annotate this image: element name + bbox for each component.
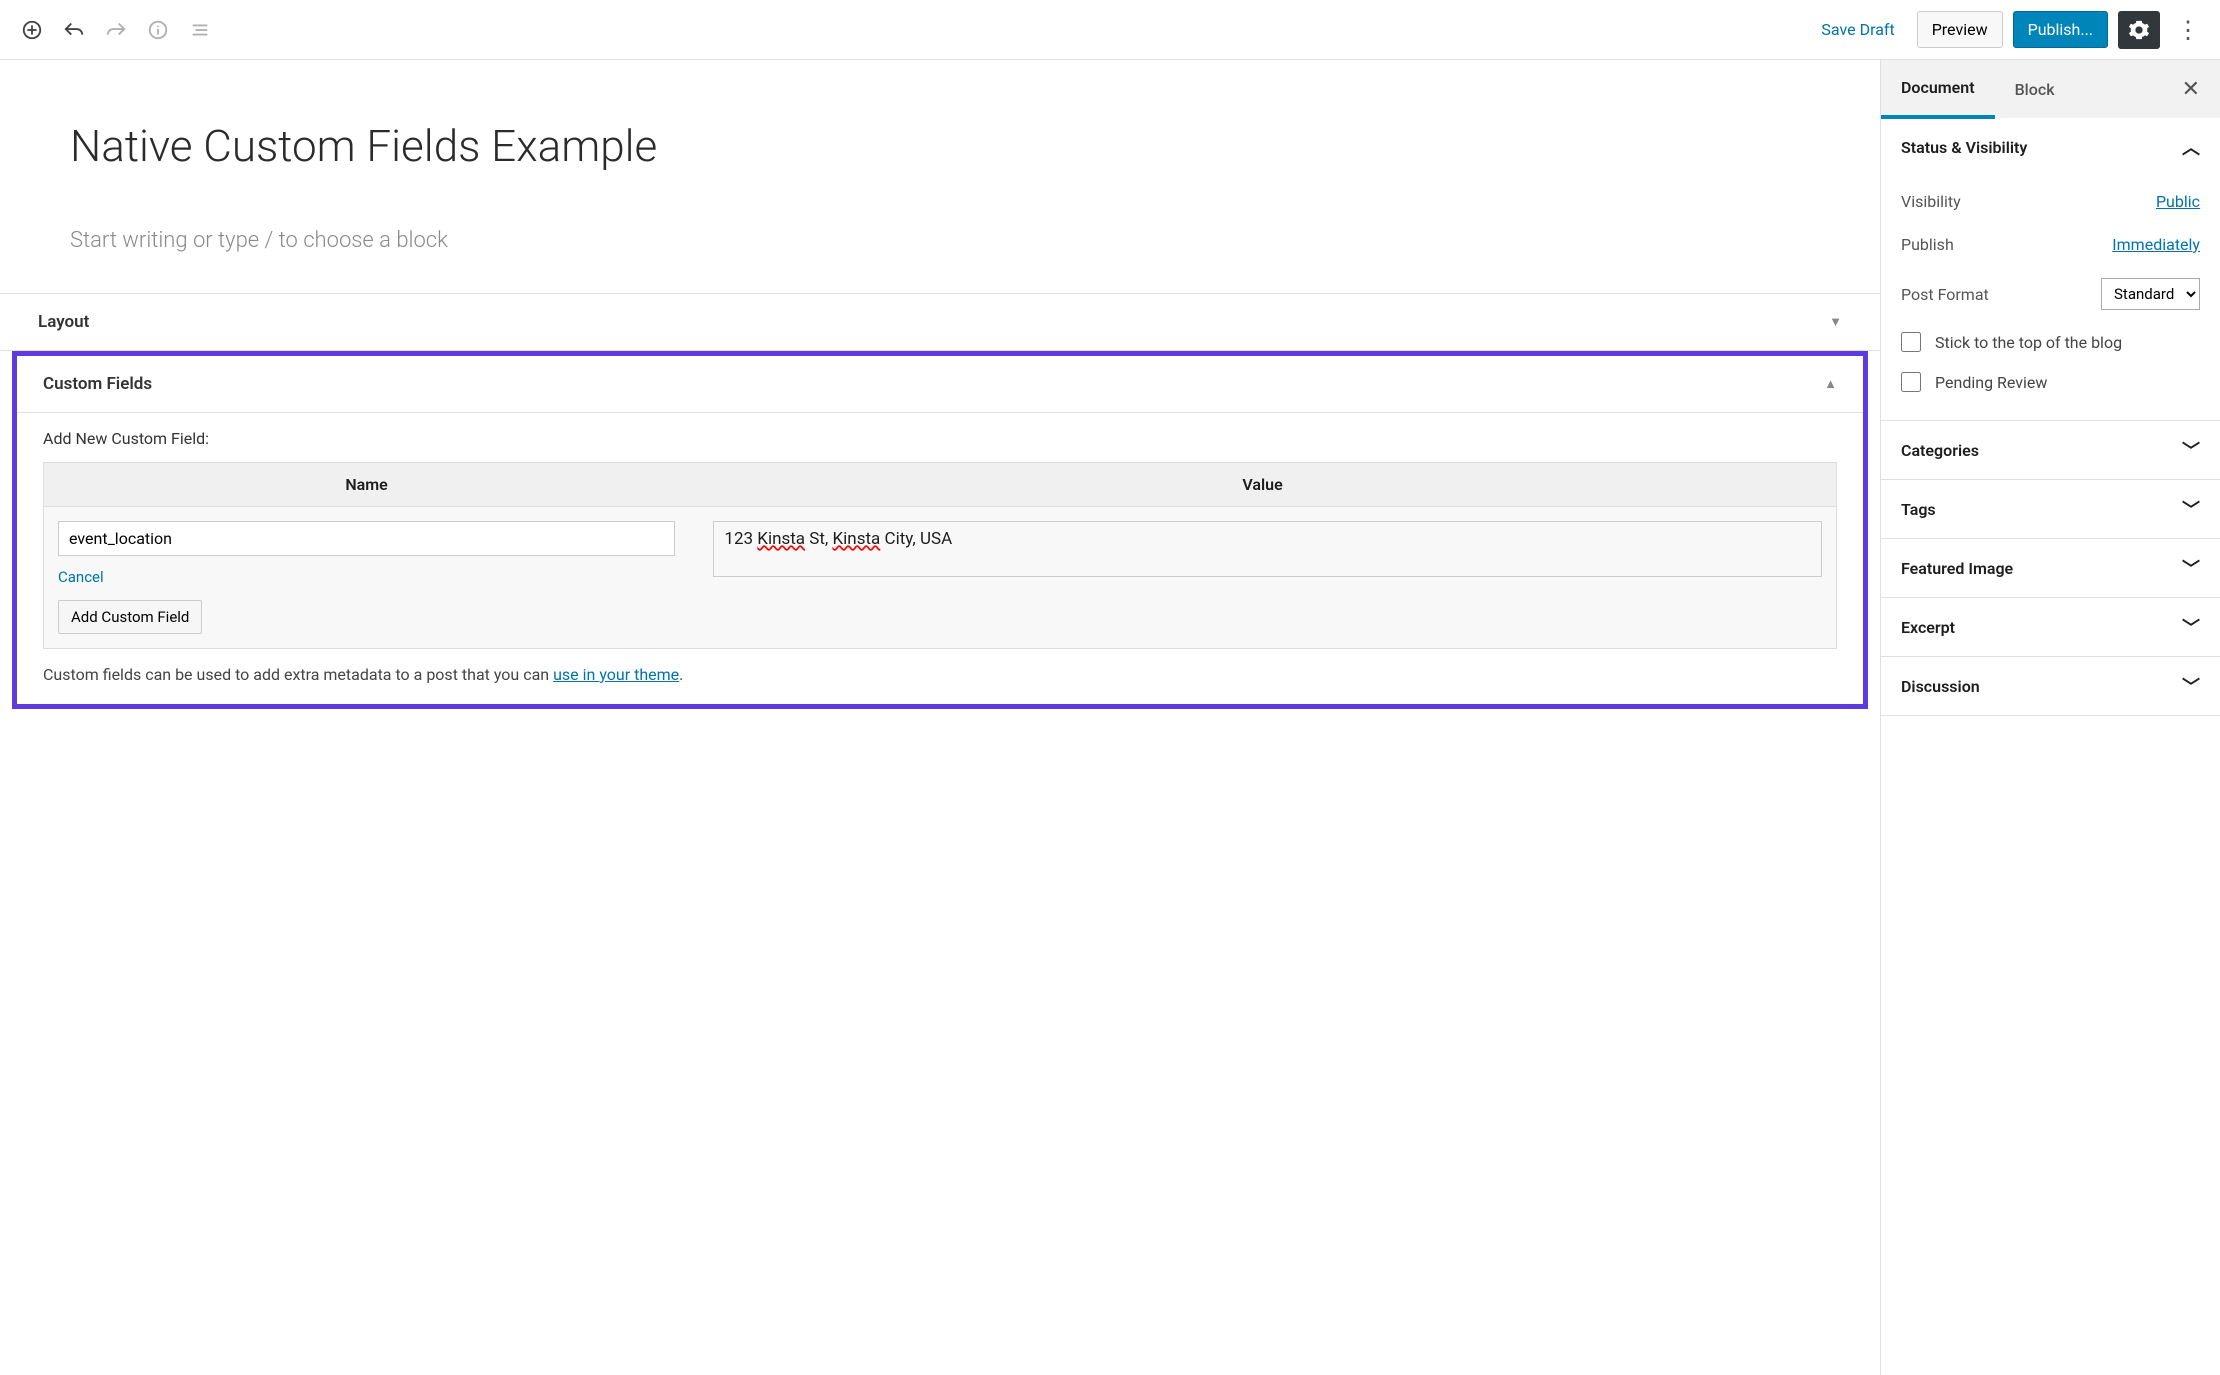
cf-name-input[interactable] bbox=[58, 521, 675, 556]
cf-name-header: Name bbox=[44, 463, 689, 506]
add-custom-field-button[interactable]: Add Custom Field bbox=[58, 600, 202, 634]
info-icon bbox=[147, 19, 169, 41]
more-options-button[interactable]: ⋮ bbox=[2170, 16, 2206, 44]
save-draft-button[interactable]: Save Draft bbox=[1809, 12, 1906, 47]
plus-circle-icon bbox=[21, 19, 43, 41]
chevron-down-icon: ﹀ bbox=[2182, 496, 2200, 522]
pending-review-checkbox[interactable]: Pending Review bbox=[1901, 362, 2200, 402]
cf-value-header: Value bbox=[689, 463, 1836, 506]
stick-top-checkbox[interactable]: Stick to the top of the blog bbox=[1901, 322, 2200, 362]
discussion-header[interactable]: Discussion﹀ bbox=[1881, 657, 2220, 715]
add-new-cf-heading: Add New Custom Field: bbox=[43, 429, 1837, 448]
undo-button[interactable] bbox=[56, 12, 92, 48]
post-title-input[interactable] bbox=[70, 120, 985, 172]
post-format-select[interactable]: Standard bbox=[2101, 278, 2200, 310]
chevron-down-icon: ﹀ bbox=[2182, 614, 2200, 640]
triangle-down-icon: ▼ bbox=[1829, 314, 1842, 330]
excerpt-header[interactable]: Excerpt﹀ bbox=[1881, 598, 2220, 656]
info-button[interactable] bbox=[140, 12, 176, 48]
cf-value-input[interactable]: 123 Kinsta St, Kinsta City, USA bbox=[713, 521, 1822, 577]
visibility-label: Visibility bbox=[1901, 192, 1961, 211]
outline-button[interactable] bbox=[182, 12, 218, 48]
layout-panel: Layout ▼ bbox=[0, 294, 1880, 351]
sidebar-tabs: Document Block ✕ bbox=[1881, 60, 2220, 118]
layout-panel-title: Layout bbox=[38, 312, 89, 332]
redo-button[interactable] bbox=[98, 12, 134, 48]
top-toolbar: Save Draft Preview Publish... ⋮ bbox=[0, 0, 2220, 60]
post-format-label: Post Format bbox=[1901, 285, 1989, 304]
editor-area: Start writing or type / to choose a bloc… bbox=[0, 60, 1880, 1375]
outline-icon bbox=[189, 19, 211, 41]
featured-image-header[interactable]: Featured Image﹀ bbox=[1881, 539, 2220, 597]
publish-label: Publish bbox=[1901, 235, 1954, 254]
custom-fields-header[interactable]: Custom Fields ▲ bbox=[17, 356, 1863, 412]
cf-footnote: Custom fields can be used to add extra m… bbox=[43, 665, 1837, 684]
custom-fields-highlight: Custom Fields ▲ Add New Custom Field: Na… bbox=[12, 351, 1868, 709]
categories-header[interactable]: Categories﹀ bbox=[1881, 421, 2220, 479]
close-sidebar-button[interactable]: ✕ bbox=[2162, 77, 2220, 102]
redo-icon bbox=[105, 19, 127, 41]
cf-cancel-link[interactable]: Cancel bbox=[58, 568, 675, 586]
layout-panel-header[interactable]: Layout ▼ bbox=[0, 294, 1880, 350]
visibility-value-link[interactable]: Public bbox=[2156, 192, 2200, 211]
triangle-up-icon: ▲ bbox=[1824, 376, 1837, 392]
chevron-up-icon: ︿ bbox=[2182, 134, 2200, 160]
settings-sidebar: Document Block ✕ Status & Visibility ︿ V… bbox=[1880, 60, 2220, 1375]
tab-block[interactable]: Block bbox=[1995, 62, 2075, 117]
publish-value-link[interactable]: Immediately bbox=[2112, 235, 2200, 254]
status-visibility-header[interactable]: Status & Visibility ︿ bbox=[1881, 118, 2220, 176]
status-visibility-section: Status & Visibility ︿ Visibility Public … bbox=[1881, 118, 2220, 421]
undo-icon bbox=[63, 19, 85, 41]
block-placeholder[interactable]: Start writing or type / to choose a bloc… bbox=[70, 228, 985, 253]
custom-fields-table: Name Value Cancel 123 Kinsta St, Kinsta … bbox=[43, 462, 1837, 649]
tab-document[interactable]: Document bbox=[1881, 60, 1995, 119]
add-block-button[interactable] bbox=[14, 12, 50, 48]
custom-fields-title: Custom Fields bbox=[43, 374, 152, 394]
preview-button[interactable]: Preview bbox=[1917, 11, 2003, 48]
chevron-down-icon: ﹀ bbox=[2182, 673, 2200, 699]
stick-top-input[interactable] bbox=[1901, 332, 1921, 352]
publish-button[interactable]: Publish... bbox=[2013, 11, 2108, 48]
use-in-theme-link[interactable]: use in your theme bbox=[553, 665, 679, 684]
gear-icon bbox=[2128, 19, 2150, 41]
chevron-down-icon: ﹀ bbox=[2182, 437, 2200, 463]
chevron-down-icon: ﹀ bbox=[2182, 555, 2200, 581]
settings-button[interactable] bbox=[2118, 11, 2160, 49]
tags-header[interactable]: Tags﹀ bbox=[1881, 480, 2220, 538]
pending-review-input[interactable] bbox=[1901, 372, 1921, 392]
